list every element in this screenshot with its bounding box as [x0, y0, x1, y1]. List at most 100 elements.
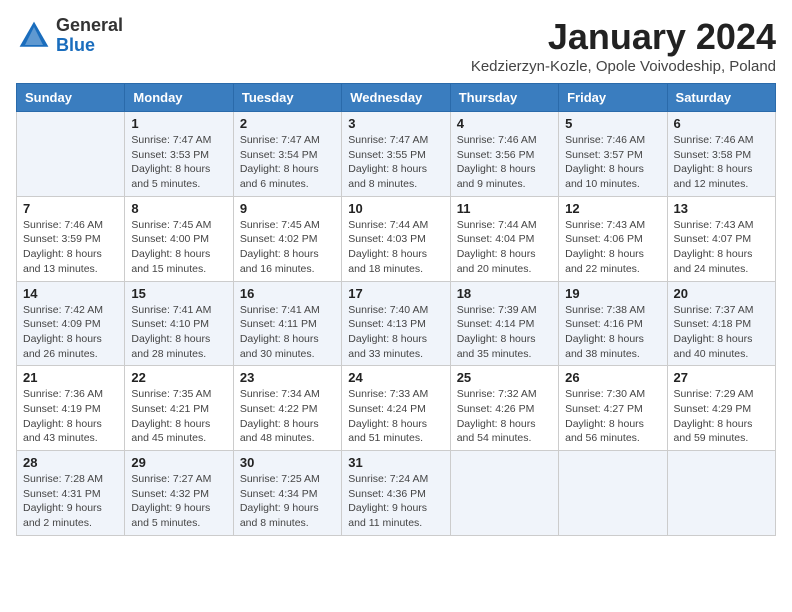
day-info: Sunrise: 7:47 AM Sunset: 3:53 PM Dayligh…	[131, 133, 226, 192]
day-number: 17	[348, 286, 443, 301]
calendar-cell: 31 Sunrise: 7:24 AM Sunset: 4:36 PM Dayli…	[342, 451, 450, 536]
day-info: Sunrise: 7:45 AM Sunset: 4:02 PM Dayligh…	[240, 218, 335, 277]
calendar-cell: 21 Sunrise: 7:36 AM Sunset: 4:19 PM Dayli…	[17, 366, 125, 451]
day-info: Sunrise: 7:43 AM Sunset: 4:06 PM Dayligh…	[565, 218, 660, 277]
day-info: Sunrise: 7:37 AM Sunset: 4:18 PM Dayligh…	[674, 303, 769, 362]
day-number: 9	[240, 201, 335, 216]
calendar-cell: 2 Sunrise: 7:47 AM Sunset: 3:54 PM Daylig…	[233, 112, 341, 197]
title-section: January 2024 Kedzierzyn-Kozle, Opole Voi…	[471, 16, 776, 75]
calendar-cell: 29 Sunrise: 7:27 AM Sunset: 4:32 PM Dayli…	[125, 451, 233, 536]
calendar-cell: 17Sunrise: 7:40 AM Sunset: 4:13 PM Dayli…	[342, 281, 450, 366]
day-info: Sunrise: 7:43 AM Sunset: 4:07 PM Dayligh…	[674, 218, 769, 277]
logo-general: General	[56, 15, 123, 35]
day-number: 30	[240, 455, 335, 470]
logo-text: General Blue	[56, 16, 123, 56]
calendar-cell: 30Sunrise: 7:25 AM Sunset: 4:34 PM Dayli…	[233, 451, 341, 536]
calendar-cell	[450, 451, 558, 536]
day-info: Sunrise: 7:45 AM Sunset: 4:00 PM Dayligh…	[131, 218, 226, 277]
day-number: 4	[457, 116, 552, 131]
day-info: Sunrise: 7:47 AM Sunset: 3:54 PM Dayligh…	[240, 133, 335, 192]
calendar-cell: 6Sunrise: 7:46 AM Sunset: 3:58 PM Daylig…	[667, 112, 775, 197]
week-row-2: 14Sunrise: 7:42 AM Sunset: 4:09 PM Dayli…	[17, 281, 776, 366]
day-info: Sunrise: 7:29 AM Sunset: 4:29 PM Dayligh…	[674, 387, 769, 446]
day-number: 20	[674, 286, 769, 301]
header-cell-tuesday: Tuesday	[233, 84, 341, 112]
calendar-cell: 8 Sunrise: 7:45 AM Sunset: 4:00 PM Daylig…	[125, 196, 233, 281]
calendar-cell: 9 Sunrise: 7:45 AM Sunset: 4:02 PM Daylig…	[233, 196, 341, 281]
day-number: 23	[240, 370, 335, 385]
week-row-0: 1 Sunrise: 7:47 AM Sunset: 3:53 PM Daylig…	[17, 112, 776, 197]
calendar-cell: 22 Sunrise: 7:35 AM Sunset: 4:21 PM Dayli…	[125, 366, 233, 451]
calendar-cell: 1 Sunrise: 7:47 AM Sunset: 3:53 PM Daylig…	[125, 112, 233, 197]
calendar-cell	[667, 451, 775, 536]
day-number: 19	[565, 286, 660, 301]
day-info: Sunrise: 7:27 AM Sunset: 4:32 PM Dayligh…	[131, 472, 226, 531]
logo: General Blue	[16, 16, 123, 56]
day-info: Sunrise: 7:47 AM Sunset: 3:55 PM Dayligh…	[348, 133, 443, 192]
day-number: 25	[457, 370, 552, 385]
day-number: 24	[348, 370, 443, 385]
day-info: Sunrise: 7:34 AM Sunset: 4:22 PM Dayligh…	[240, 387, 335, 446]
day-number: 16	[240, 286, 335, 301]
calendar-title: January 2024	[471, 16, 776, 58]
day-info: Sunrise: 7:24 AM Sunset: 4:36 PM Dayligh…	[348, 472, 443, 531]
week-row-4: 28 Sunrise: 7:28 AM Sunset: 4:31 PM Dayli…	[17, 451, 776, 536]
header-cell-sunday: Sunday	[17, 84, 125, 112]
day-number: 18	[457, 286, 552, 301]
calendar-cell: 18 Sunrise: 7:39 AM Sunset: 4:14 PM Dayli…	[450, 281, 558, 366]
day-number: 8	[131, 201, 226, 216]
calendar-cell: 26 Sunrise: 7:30 AM Sunset: 4:27 PM Dayli…	[559, 366, 667, 451]
day-number: 12	[565, 201, 660, 216]
day-info: Sunrise: 7:46 AM Sunset: 3:58 PM Dayligh…	[674, 133, 769, 192]
logo-blue: Blue	[56, 35, 95, 55]
calendar-cell: 14Sunrise: 7:42 AM Sunset: 4:09 PM Dayli…	[17, 281, 125, 366]
day-info: Sunrise: 7:42 AM Sunset: 4:09 PM Dayligh…	[23, 303, 118, 362]
calendar-header: SundayMondayTuesdayWednesdayThursdayFrid…	[17, 84, 776, 112]
calendar-cell: 15Sunrise: 7:41 AM Sunset: 4:10 PM Dayli…	[125, 281, 233, 366]
day-number: 28	[23, 455, 118, 470]
calendar-table: SundayMondayTuesdayWednesdayThursdayFrid…	[16, 83, 776, 536]
calendar-cell: 4 Sunrise: 7:46 AM Sunset: 3:56 PM Daylig…	[450, 112, 558, 197]
calendar-cell: 13 Sunrise: 7:43 AM Sunset: 4:07 PM Dayli…	[667, 196, 775, 281]
calendar-cell: 25Sunrise: 7:32 AM Sunset: 4:26 PM Dayli…	[450, 366, 558, 451]
day-info: Sunrise: 7:35 AM Sunset: 4:21 PM Dayligh…	[131, 387, 226, 446]
day-info: Sunrise: 7:46 AM Sunset: 3:56 PM Dayligh…	[457, 133, 552, 192]
calendar-cell: 10Sunrise: 7:44 AM Sunset: 4:03 PM Dayli…	[342, 196, 450, 281]
day-number: 10	[348, 201, 443, 216]
calendar-cell: 12 Sunrise: 7:43 AM Sunset: 4:06 PM Dayli…	[559, 196, 667, 281]
header-cell-friday: Friday	[559, 84, 667, 112]
day-info: Sunrise: 7:36 AM Sunset: 4:19 PM Dayligh…	[23, 387, 118, 446]
calendar-cell: 11Sunrise: 7:44 AM Sunset: 4:04 PM Dayli…	[450, 196, 558, 281]
day-number: 2	[240, 116, 335, 131]
header-cell-saturday: Saturday	[667, 84, 775, 112]
day-info: Sunrise: 7:30 AM Sunset: 4:27 PM Dayligh…	[565, 387, 660, 446]
day-number: 21	[23, 370, 118, 385]
day-info: Sunrise: 7:41 AM Sunset: 4:10 PM Dayligh…	[131, 303, 226, 362]
day-info: Sunrise: 7:41 AM Sunset: 4:11 PM Dayligh…	[240, 303, 335, 362]
day-info: Sunrise: 7:33 AM Sunset: 4:24 PM Dayligh…	[348, 387, 443, 446]
day-info: Sunrise: 7:46 AM Sunset: 3:59 PM Dayligh…	[23, 218, 118, 277]
day-number: 1	[131, 116, 226, 131]
calendar-cell: 24 Sunrise: 7:33 AM Sunset: 4:24 PM Dayli…	[342, 366, 450, 451]
calendar-cell: 7 Sunrise: 7:46 AM Sunset: 3:59 PM Daylig…	[17, 196, 125, 281]
day-number: 3	[348, 116, 443, 131]
day-number: 7	[23, 201, 118, 216]
day-number: 31	[348, 455, 443, 470]
page-header: General Blue January 2024 Kedzierzyn-Koz…	[16, 16, 776, 75]
day-number: 29	[131, 455, 226, 470]
calendar-cell: 28 Sunrise: 7:28 AM Sunset: 4:31 PM Dayli…	[17, 451, 125, 536]
day-info: Sunrise: 7:28 AM Sunset: 4:31 PM Dayligh…	[23, 472, 118, 531]
week-row-1: 7 Sunrise: 7:46 AM Sunset: 3:59 PM Daylig…	[17, 196, 776, 281]
day-number: 26	[565, 370, 660, 385]
day-number: 22	[131, 370, 226, 385]
calendar-cell	[559, 451, 667, 536]
calendar-body: 1 Sunrise: 7:47 AM Sunset: 3:53 PM Daylig…	[17, 112, 776, 536]
day-number: 5	[565, 116, 660, 131]
day-info: Sunrise: 7:39 AM Sunset: 4:14 PM Dayligh…	[457, 303, 552, 362]
day-info: Sunrise: 7:44 AM Sunset: 4:04 PM Dayligh…	[457, 218, 552, 277]
day-info: Sunrise: 7:38 AM Sunset: 4:16 PM Dayligh…	[565, 303, 660, 362]
day-number: 13	[674, 201, 769, 216]
header-cell-monday: Monday	[125, 84, 233, 112]
header-row: SundayMondayTuesdayWednesdayThursdayFrid…	[17, 84, 776, 112]
day-info: Sunrise: 7:46 AM Sunset: 3:57 PM Dayligh…	[565, 133, 660, 192]
